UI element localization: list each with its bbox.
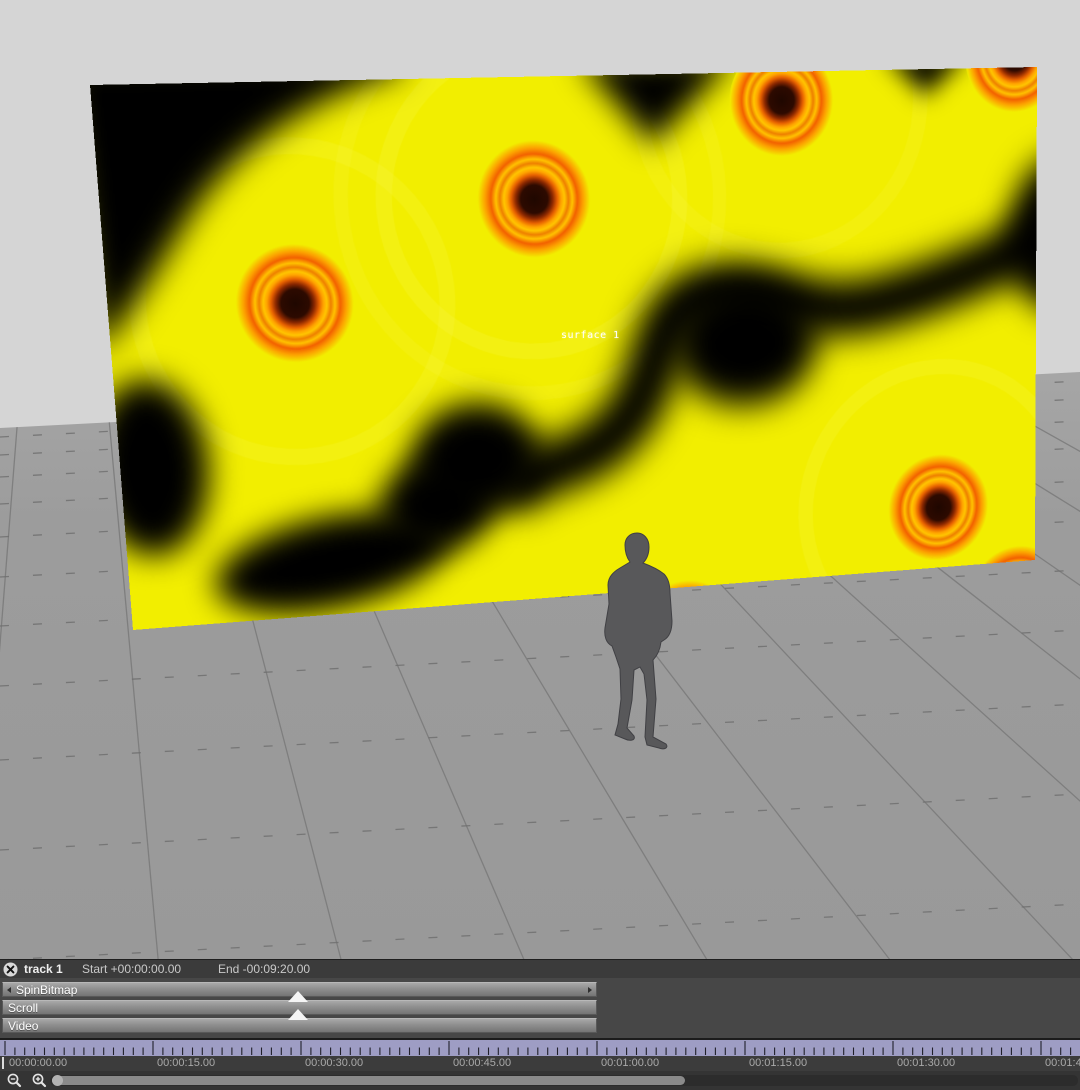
- right-arrow-icon[interactable]: [588, 987, 592, 993]
- layer-bar-video[interactable]: Video: [2, 1018, 597, 1033]
- track-end-time: End -00:09:20.00: [218, 962, 310, 976]
- layer-label: Scroll: [3, 1001, 38, 1015]
- track-start-time: Start +00:00:00.00: [82, 962, 181, 976]
- tick-label: 00:00:45.00: [453, 1057, 511, 1069]
- tick-label: 00:00:30.00: [305, 1057, 363, 1069]
- layer-label: SpinBitmap: [3, 983, 77, 997]
- scrollbar-handle-knob[interactable]: [52, 1075, 63, 1086]
- surface-content: [90, 67, 1037, 630]
- app-window: surface 1 track 1 Start +00:00:00.00 End…: [0, 0, 1080, 1090]
- tick-label: 00:01:45.00: [1045, 1057, 1080, 1069]
- tick-label: 00:01:00.00: [601, 1057, 659, 1069]
- left-arrow-icon[interactable]: [7, 987, 11, 993]
- surface-label: surface 1: [561, 330, 620, 341]
- layer-label: Video: [3, 1019, 38, 1033]
- loop-marker-icon[interactable]: [288, 991, 308, 1002]
- tick-label: 00:00:15.00: [157, 1057, 215, 1069]
- 3d-viewport[interactable]: surface 1: [0, 0, 1080, 959]
- timeline-ruler[interactable]: [0, 1038, 1080, 1056]
- timeline-scrollbar-thumb[interactable]: [52, 1076, 685, 1085]
- projection-surface[interactable]: [90, 67, 1037, 630]
- zoom-out-icon[interactable]: [6, 1072, 23, 1089]
- tick-label: 00:01:30.00: [897, 1057, 955, 1069]
- ruler-ticks: [0, 1040, 1080, 1056]
- zoom-in-icon[interactable]: [31, 1072, 48, 1089]
- close-icon[interactable]: [3, 962, 18, 977]
- tick-label: 00:00:00.00: [9, 1057, 67, 1069]
- tick-label: 00:01:15.00: [749, 1057, 807, 1069]
- loop-marker-icon[interactable]: [288, 1009, 308, 1020]
- track-name: track 1: [24, 962, 63, 976]
- playhead-marker[interactable]: [2, 1057, 4, 1069]
- layer-stack: SpinBitmap Scroll Video: [0, 978, 1080, 1038]
- timeline-panel: track 1 Start +00:00:00.00 End -00:09:20…: [0, 959, 1080, 1090]
- ruler-labels: 00:00:00.00 00:00:15.00 00:00:30.00 00:0…: [0, 1056, 1080, 1071]
- track-header: track 1 Start +00:00:00.00 End -00:09:20…: [0, 959, 1080, 979]
- timeline-toolbar: [0, 1071, 1080, 1090]
